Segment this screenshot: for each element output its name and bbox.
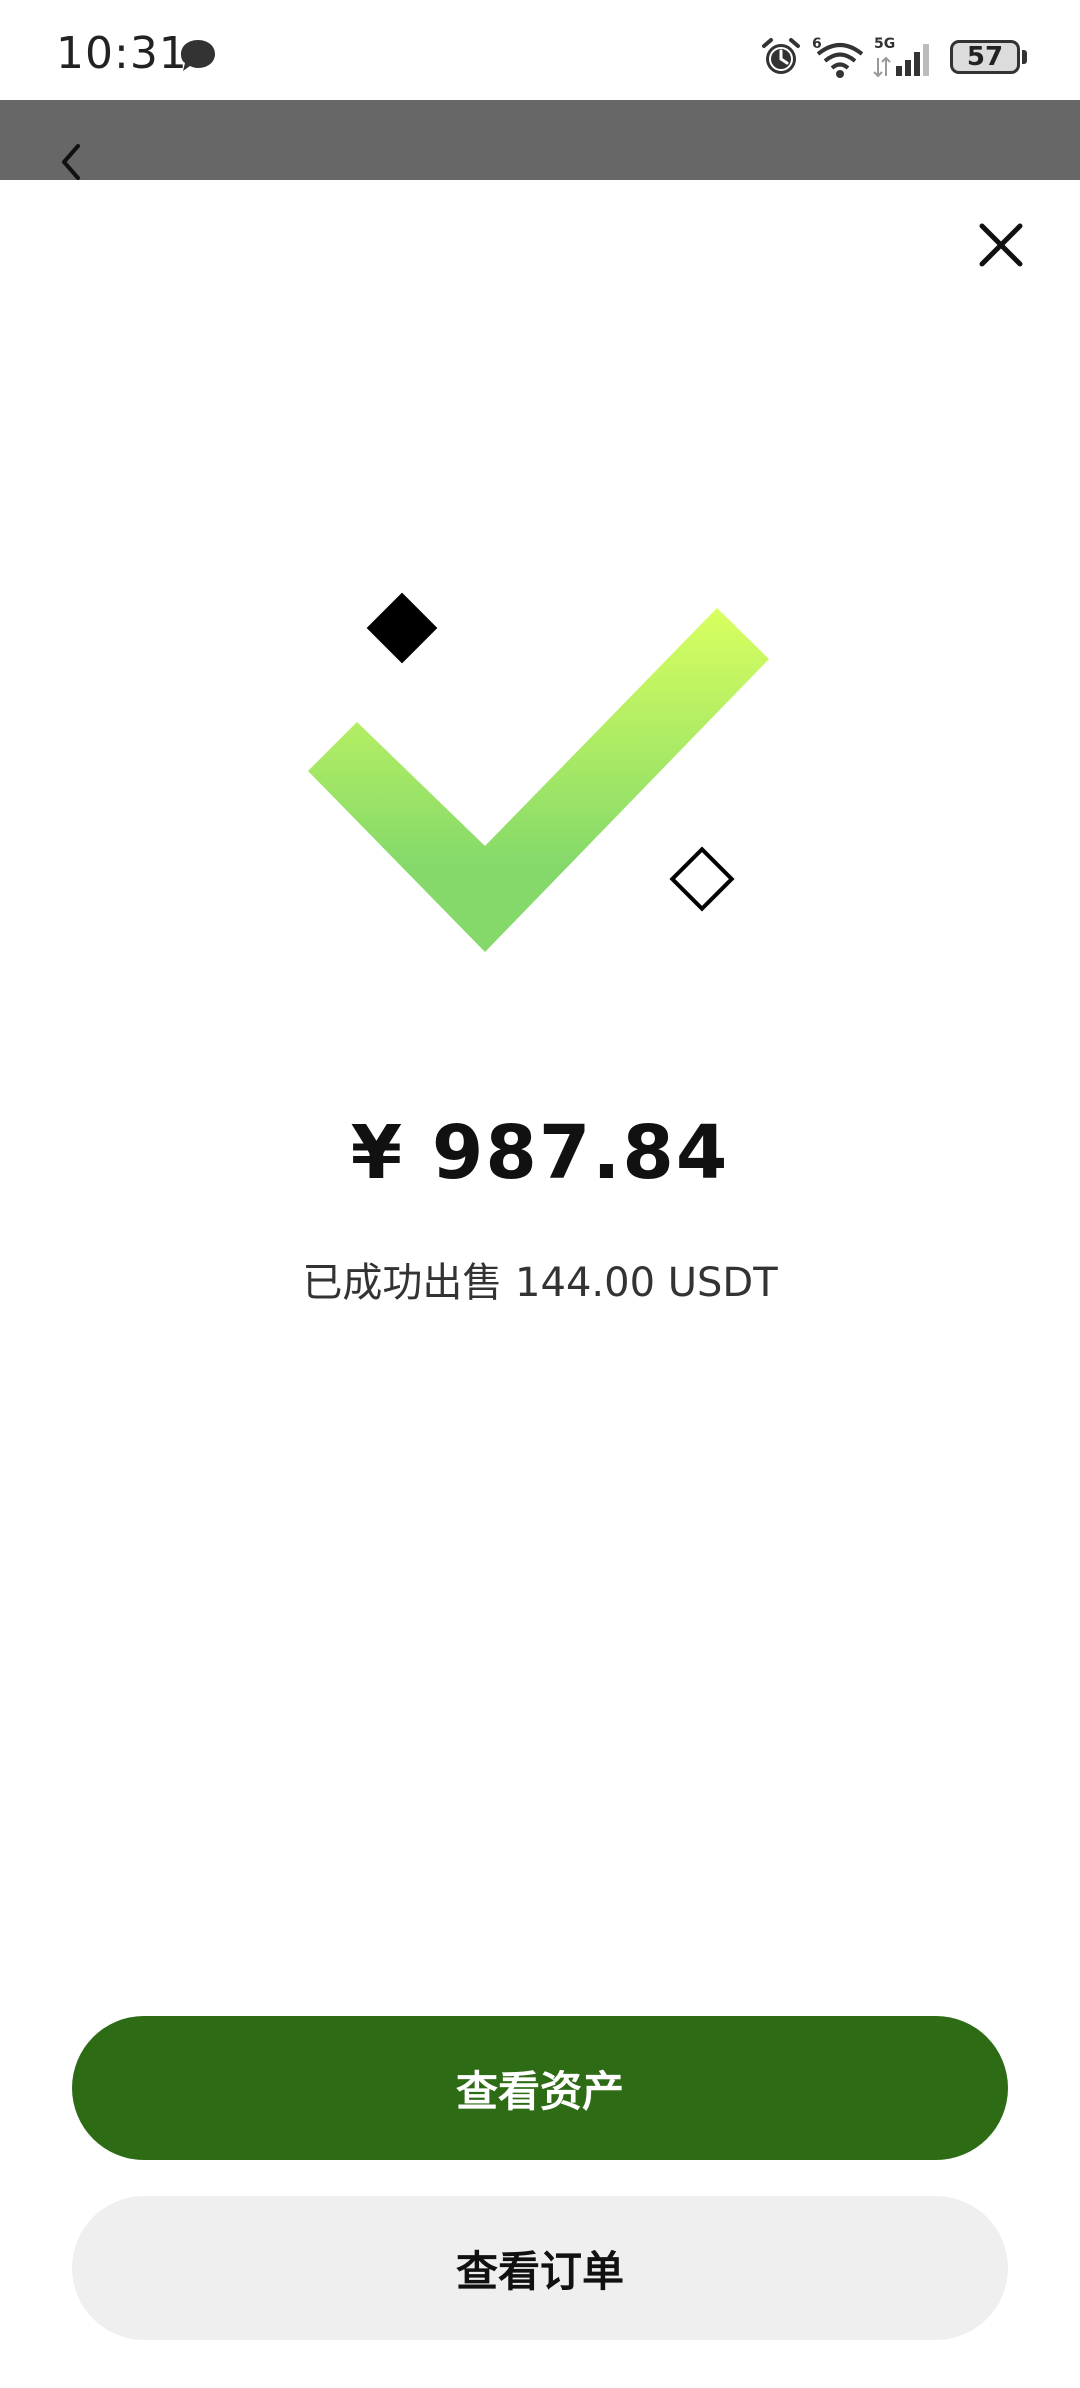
app-header xyxy=(0,100,1080,180)
signal-icon: 5G xyxy=(873,36,929,78)
message-icon xyxy=(181,40,215,71)
check-icon xyxy=(308,592,769,952)
diamond-outline-icon xyxy=(669,846,735,912)
battery-level: 57 xyxy=(966,42,1004,72)
wifi-badge: 6 xyxy=(812,36,822,52)
network-label: 5G xyxy=(874,36,895,52)
alarm-icon xyxy=(762,38,800,74)
battery-icon: 57 xyxy=(950,40,1020,74)
close-icon[interactable] xyxy=(976,220,1026,270)
view-orders-button[interactable]: 查看订单 xyxy=(72,2196,1008,2340)
view-assets-button[interactable]: 查看资产 xyxy=(72,2016,1008,2160)
sale-amount: ¥ 987.84 xyxy=(350,1110,730,1196)
diamond-solid-icon xyxy=(366,592,438,664)
status-bar: 10:31 6 5G 57 xyxy=(0,0,1080,100)
chevron-left-icon[interactable] xyxy=(56,140,88,184)
status-time: 10:31 xyxy=(56,28,188,79)
sale-message: 已成功出售 144.00 USDT xyxy=(302,1260,778,1306)
check-mark xyxy=(308,608,769,952)
wifi-icon: 6 xyxy=(812,36,864,78)
battery-tip xyxy=(1022,50,1027,64)
